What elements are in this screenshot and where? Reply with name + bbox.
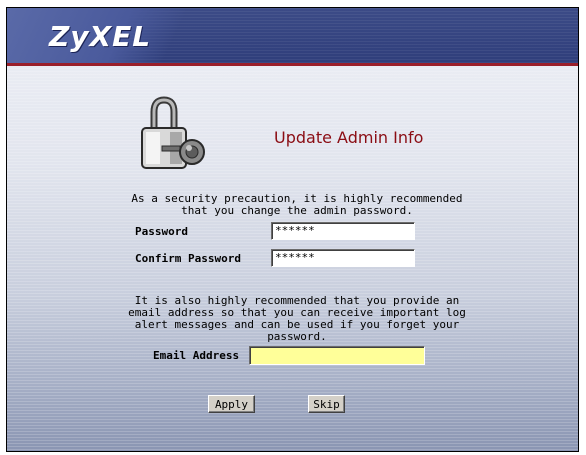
password-field[interactable]: ******: [271, 222, 415, 240]
page-title: Update Admin Info: [274, 128, 424, 147]
header-bar: ZyXEL: [7, 8, 578, 63]
security-intro-text: As a security precaution, it is highly r…: [117, 193, 477, 217]
email-address-label: Email Address: [153, 349, 240, 362]
confirm-password-label: Confirm Password: [135, 252, 241, 265]
apply-button[interactable]: Apply: [208, 395, 255, 413]
password-label: Password: [135, 225, 188, 238]
zyxel-logo: ZyXEL: [49, 20, 152, 53]
email-address-field[interactable]: [249, 346, 425, 365]
confirm-password-field[interactable]: ******: [271, 249, 415, 267]
email-note-text: It is also highly recommended that you p…: [115, 295, 479, 343]
admin-update-window: ZyXEL Update Admin Info As a security pr…: [6, 7, 579, 452]
header-accent-line: [7, 63, 578, 66]
skip-button[interactable]: Skip: [308, 395, 345, 413]
email-note-line-4: password.: [267, 330, 327, 343]
lock-key-icon: [140, 96, 210, 176]
intro-line-2: that you change the admin password.: [181, 204, 413, 217]
